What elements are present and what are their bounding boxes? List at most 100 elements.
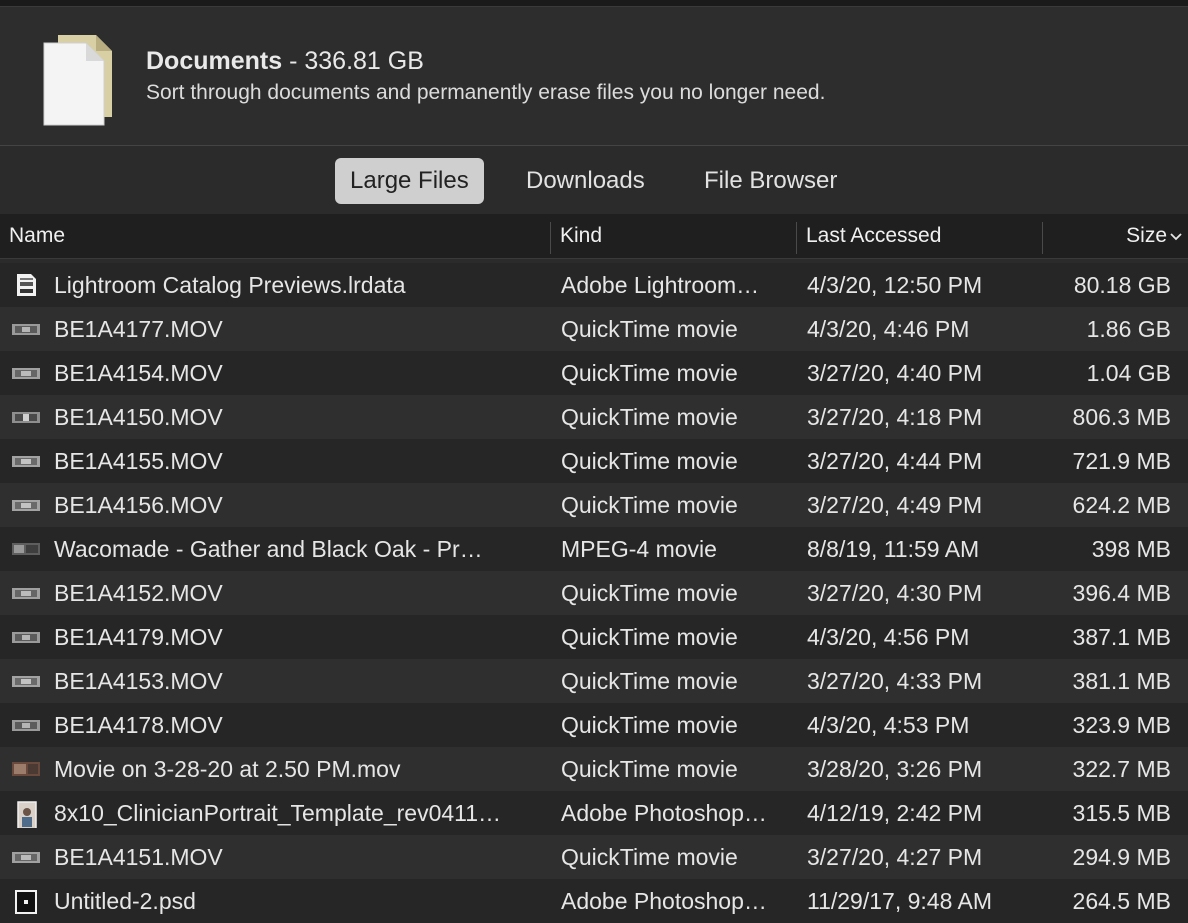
file-name: BE1A4153.MOV xyxy=(54,668,223,694)
file-name: BE1A4179.MOV xyxy=(54,624,223,650)
file-size: 1.04 GB xyxy=(1086,360,1171,386)
video-thumbnail-icon xyxy=(12,632,40,643)
file-name: BE1A4151.MOV xyxy=(54,844,223,870)
video-thumbnail-icon xyxy=(12,720,40,731)
file-name: Movie on 3-28-20 at 2.50 PM.mov xyxy=(54,756,401,782)
file-last-accessed: 3/27/20, 4:44 PM xyxy=(807,448,983,474)
file-last-accessed: 3/27/20, 4:49 PM xyxy=(807,492,983,518)
category-header: Documents - 336.81 GB Sort through docum… xyxy=(0,7,1188,145)
file-name: BE1A4152.MOV xyxy=(54,580,223,606)
file-kind: QuickTime movie xyxy=(561,404,738,430)
table-row[interactable]: BE1A4155.MOV QuickTime movie 3/27/20, 4:… xyxy=(0,439,1188,483)
table-row[interactable]: BE1A4153.MOV QuickTime movie 3/27/20, 4:… xyxy=(0,659,1188,703)
file-kind: MPEG-4 movie xyxy=(561,536,717,562)
file-size: 806.3 MB xyxy=(1072,404,1171,430)
title-separator: - xyxy=(282,47,305,75)
chevron-down-icon xyxy=(1170,233,1182,241)
window-top-edge xyxy=(0,0,1188,7)
psd-thumbnail-icon xyxy=(15,890,37,914)
file-name: BE1A4150.MOV xyxy=(54,404,223,430)
file-last-accessed: 3/27/20, 4:18 PM xyxy=(807,404,983,430)
file-size: 294.9 MB xyxy=(1072,844,1171,870)
file-name: BE1A4156.MOV xyxy=(54,492,223,518)
file-last-accessed: 8/8/19, 11:59 AM xyxy=(807,536,980,562)
file-size: 387.1 MB xyxy=(1072,624,1171,650)
file-size: 398 MB xyxy=(1091,536,1171,562)
file-size: 322.7 MB xyxy=(1072,756,1171,782)
category-size: 336.81 GB xyxy=(304,47,424,75)
table-row[interactable]: BE1A4156.MOV QuickTime movie 3/27/20, 4:… xyxy=(0,483,1188,527)
file-kind: QuickTime movie xyxy=(561,492,738,518)
table-row[interactable]: 8x10_ClinicianPortrait_Template_rev0411…… xyxy=(0,791,1188,835)
table-row[interactable]: BE1A4151.MOV QuickTime movie 3/27/20, 4:… xyxy=(0,835,1188,879)
table-row[interactable]: Lightroom Catalog Previews.lrdata Adobe … xyxy=(0,263,1188,307)
file-kind: QuickTime movie xyxy=(561,756,738,782)
file-size: 80.18 GB xyxy=(1073,272,1171,298)
page-title: Documents - 336.81 GB xyxy=(146,47,424,76)
file-last-accessed: 4/3/20, 12:50 PM xyxy=(807,272,983,298)
file-kind: QuickTime movie xyxy=(561,844,738,870)
file-kind: Adobe Lightroom… xyxy=(561,272,760,298)
column-header-kind[interactable]: Kind xyxy=(560,214,602,258)
table-row[interactable]: Untitled-2.psd Adobe Photoshop… 11/29/17… xyxy=(0,879,1188,923)
tab-large-files[interactable]: Large Files xyxy=(335,158,484,204)
file-last-accessed: 4/3/20, 4:53 PM xyxy=(807,712,970,738)
table-header: Name Kind Last Accessed Size xyxy=(0,214,1188,259)
table-row[interactable]: BE1A4152.MOV QuickTime movie 3/27/20, 4:… xyxy=(0,571,1188,615)
table-row[interactable]: BE1A4177.MOV QuickTime movie 4/3/20, 4:4… xyxy=(0,307,1188,351)
file-last-accessed: 3/27/20, 4:40 PM xyxy=(807,360,983,386)
video-thumbnail-icon xyxy=(12,676,40,687)
file-last-accessed: 3/28/20, 3:26 PM xyxy=(807,756,983,782)
file-kind: Adobe Photoshop… xyxy=(561,888,767,914)
file-kind: QuickTime movie xyxy=(561,580,738,606)
file-last-accessed: 3/27/20, 4:27 PM xyxy=(807,844,983,870)
file-last-accessed: 11/29/17, 9:48 AM xyxy=(807,888,992,914)
video-thumbnail-icon xyxy=(12,588,40,599)
table-row[interactable]: BE1A4154.MOV QuickTime movie 3/27/20, 4:… xyxy=(0,351,1188,395)
file-name: Lightroom Catalog Previews.lrdata xyxy=(54,272,406,298)
file-last-accessed: 4/12/19, 2:42 PM xyxy=(807,800,983,826)
file-size: 721.9 MB xyxy=(1072,448,1171,474)
documents-icon xyxy=(43,35,112,126)
column-resize-handle[interactable] xyxy=(1042,222,1043,254)
video-thumbnail-icon xyxy=(12,500,40,511)
file-kind: Adobe Photoshop… xyxy=(561,800,767,826)
file-size: 396.4 MB xyxy=(1072,580,1171,606)
file-name: BE1A4177.MOV xyxy=(54,316,223,342)
file-kind: QuickTime movie xyxy=(561,316,738,342)
file-size: 315.5 MB xyxy=(1072,800,1171,826)
video-thumbnail-icon xyxy=(12,324,40,335)
column-resize-handle[interactable] xyxy=(796,222,797,254)
file-size: 264.5 MB xyxy=(1072,888,1171,914)
file-last-accessed: 4/3/20, 4:46 PM xyxy=(807,316,970,342)
table-row[interactable]: BE1A4150.MOV QuickTime movie 3/27/20, 4:… xyxy=(0,395,1188,439)
file-last-accessed: 4/3/20, 4:56 PM xyxy=(807,624,970,650)
video-thumbnail-icon xyxy=(12,852,40,863)
column-header-name[interactable]: Name xyxy=(9,214,65,258)
tab-downloads[interactable]: Downloads xyxy=(511,158,660,204)
file-size: 323.9 MB xyxy=(1072,712,1171,738)
file-name: Untitled-2.psd xyxy=(54,888,196,914)
table-row[interactable]: Movie on 3-28-20 at 2.50 PM.mov QuickTim… xyxy=(0,747,1188,791)
file-size: 1.86 GB xyxy=(1086,316,1171,342)
table-row[interactable]: Wacomade - Gather and Black Oak - Pr… MP… xyxy=(0,527,1188,571)
column-resize-handle[interactable] xyxy=(550,222,551,254)
file-name: Wacomade - Gather and Black Oak - Pr… xyxy=(54,536,483,562)
view-tabs: Large Files Downloads File Browser xyxy=(0,146,1188,214)
column-header-size[interactable]: Size xyxy=(1126,214,1182,258)
video-thumbnail-icon xyxy=(12,762,40,776)
table-row[interactable]: BE1A4179.MOV QuickTime movie 4/3/20, 4:5… xyxy=(0,615,1188,659)
file-size: 381.1 MB xyxy=(1072,668,1171,694)
video-thumbnail-icon xyxy=(12,543,40,555)
video-thumbnail-icon xyxy=(12,368,40,379)
file-kind: QuickTime movie xyxy=(561,668,738,694)
table-row[interactable]: BE1A4178.MOV QuickTime movie 4/3/20, 4:5… xyxy=(0,703,1188,747)
category-description: Sort through documents and permanently e… xyxy=(146,81,826,104)
file-kind: QuickTime movie xyxy=(561,624,738,650)
video-thumbnail-icon xyxy=(12,456,40,467)
column-header-last-accessed[interactable]: Last Accessed xyxy=(806,214,941,258)
file-name: BE1A4154.MOV xyxy=(54,360,223,386)
file-last-accessed: 3/27/20, 4:30 PM xyxy=(807,580,983,606)
file-list: Lightroom Catalog Previews.lrdata Adobe … xyxy=(0,263,1188,923)
tab-file-browser[interactable]: File Browser xyxy=(689,158,852,204)
